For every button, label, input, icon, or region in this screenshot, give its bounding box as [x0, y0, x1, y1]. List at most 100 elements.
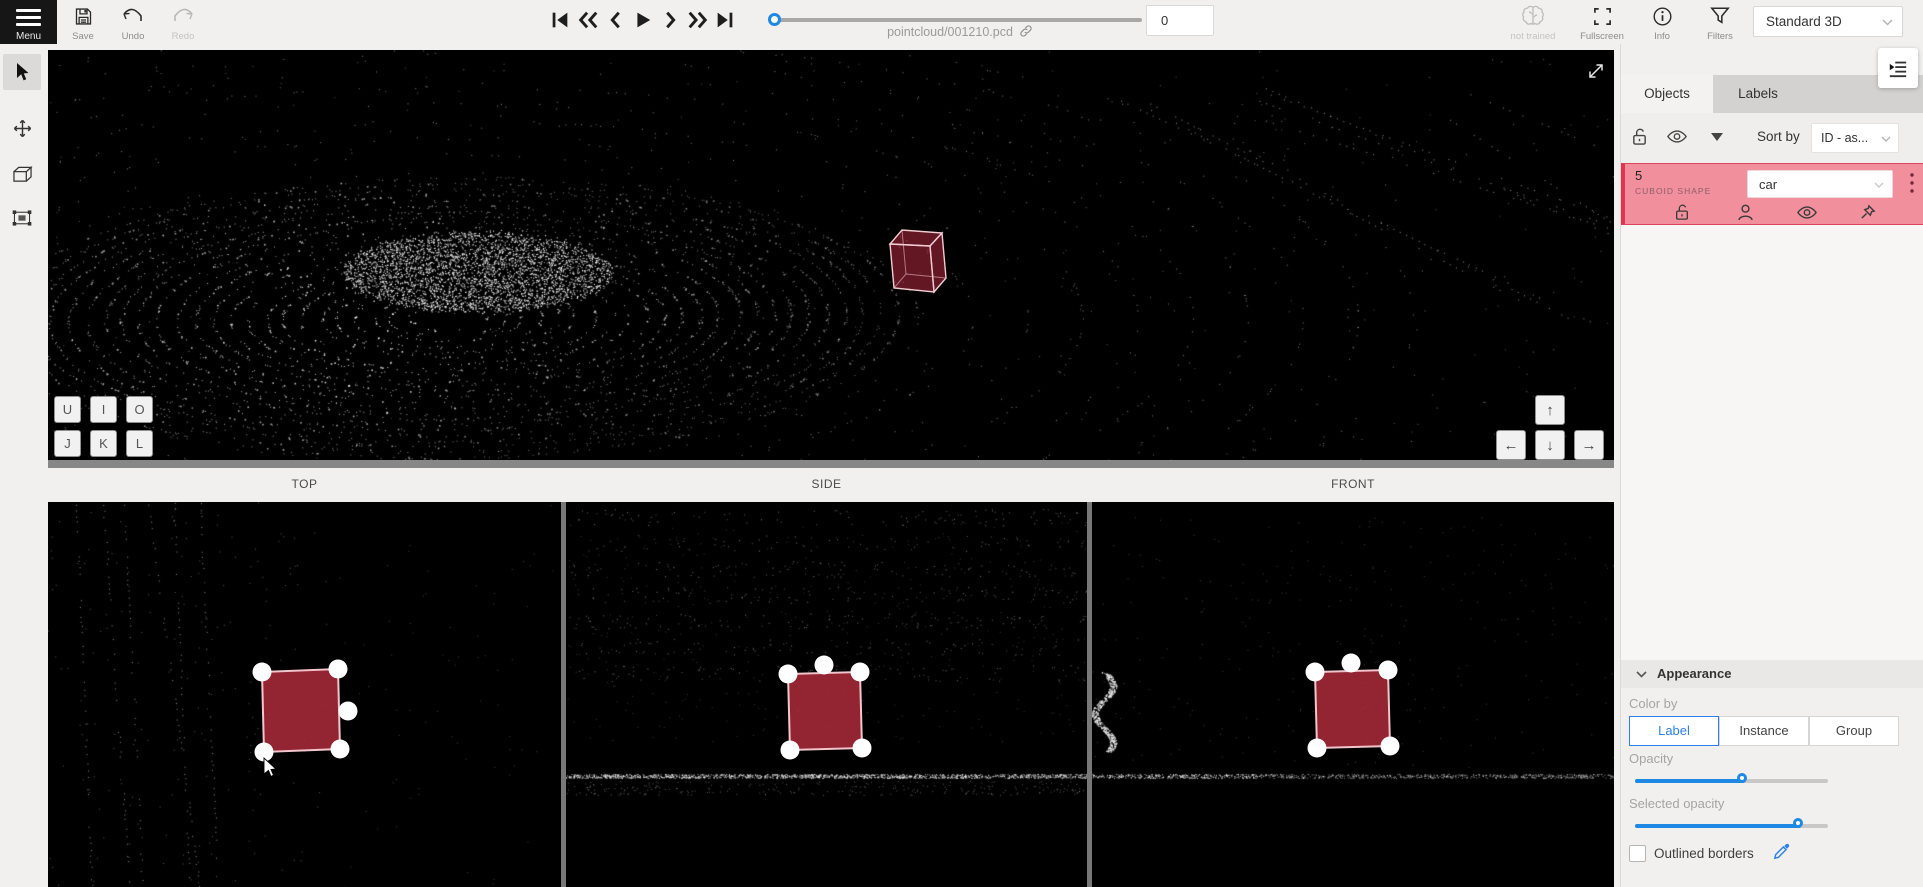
outlined-borders-checkbox[interactable] — [1629, 845, 1646, 862]
outlined-borders-label: Outlined borders — [1654, 846, 1754, 861]
collapse-panel-button[interactable] — [1878, 48, 1918, 88]
top-view-label: TOP — [48, 477, 561, 491]
sort-dropdown[interactable]: ID - as... — [1811, 123, 1899, 153]
selected-opacity-slider-handle[interactable] — [1793, 818, 1803, 828]
redo-button[interactable]: Redo — [155, 2, 211, 42]
key-hint-o[interactable]: O — [126, 396, 153, 423]
appearance-section-header[interactable]: Appearance — [1621, 660, 1923, 688]
opacity-label: Opacity — [1629, 751, 1673, 766]
eye-icon[interactable] — [1667, 129, 1687, 144]
color-by-instance-button[interactable]: Instance — [1719, 716, 1809, 746]
cuboid-tool-icon — [11, 165, 34, 184]
pan-tool-button[interactable] — [3, 110, 41, 146]
pointcloud-3d-canvas[interactable] — [48, 50, 1614, 460]
fast-rewind-button[interactable] — [575, 7, 601, 33]
opacity-slider[interactable] — [1635, 773, 1828, 789]
filters-button[interactable]: Filters — [1692, 2, 1748, 42]
fullscreen-button[interactable]: Fullscreen — [1574, 2, 1630, 42]
tab-labels[interactable]: Labels — [1713, 75, 1803, 113]
opacity-slider-handle[interactable] — [1737, 773, 1747, 783]
menu-button[interactable]: Menu — [0, 0, 57, 44]
undo-button[interactable]: Undo — [105, 2, 161, 42]
chevron-down-icon — [1874, 182, 1884, 188]
chevron-down-icon — [1882, 19, 1893, 26]
color-by-label-button[interactable]: Label — [1629, 716, 1719, 746]
right-panel: Objects Labels Sort by ID - as... 5 CUBO… — [1620, 44, 1923, 887]
object-class-dropdown[interactable]: car — [1747, 170, 1893, 198]
eye-icon — [1797, 205, 1817, 220]
object-shape-type: CUBOID SHAPE — [1635, 186, 1711, 196]
front-view-label: FRONT — [1092, 477, 1614, 491]
filter-icon — [1692, 4, 1748, 28]
object-author-button[interactable] — [1735, 202, 1755, 222]
horizontal-resizer[interactable] — [48, 460, 1614, 468]
menu-label: Menu — [0, 31, 57, 42]
link-icon[interactable] — [1019, 24, 1033, 38]
expand-icon[interactable] — [1586, 61, 1606, 81]
tab-objects[interactable]: Objects — [1621, 75, 1713, 113]
cuboid-tool-button[interactable] — [3, 156, 41, 192]
lock-open-icon — [1674, 203, 1690, 221]
person-icon — [1737, 203, 1754, 221]
object-lock-button[interactable] — [1672, 202, 1692, 222]
triangle-down-icon[interactable] — [1711, 133, 1723, 141]
object-card[interactable]: 5 CUBOID SHAPE car — [1621, 163, 1923, 225]
key-hint-u[interactable]: U — [54, 396, 81, 423]
side-projection-view[interactable] — [566, 502, 1087, 887]
lock-open-icon[interactable] — [1631, 127, 1648, 146]
left-toolbar — [0, 44, 44, 887]
kebab-menu-icon[interactable] — [1909, 172, 1915, 194]
info-icon — [1634, 4, 1690, 28]
side-view-label: SIDE — [566, 477, 1087, 491]
prev-frame-button[interactable] — [603, 7, 629, 33]
object-visibility-button[interactable] — [1797, 202, 1817, 222]
frame-tool-button[interactable] — [3, 200, 41, 236]
select-tool-button[interactable] — [3, 54, 41, 90]
fast-forward-button[interactable] — [684, 7, 710, 33]
chevron-down-icon — [1881, 136, 1891, 142]
brain-icon — [1505, 4, 1561, 28]
pointcloud-3d-view[interactable]: U I O J K L ↑ ← ↓ → — [48, 50, 1614, 460]
key-hint-k[interactable]: K — [90, 430, 117, 457]
fullscreen-icon — [1574, 4, 1630, 28]
next-frame-button[interactable] — [657, 7, 683, 33]
arrow-up-button[interactable]: ↑ — [1535, 395, 1565, 425]
object-pin-button[interactable] — [1857, 202, 1877, 222]
filename-row: pointcloud/001210.pcd — [830, 24, 1090, 39]
top-projection-view[interactable] — [48, 502, 561, 887]
arrow-left-button[interactable]: ← — [1496, 430, 1526, 460]
frame-slider-handle[interactable] — [768, 13, 781, 26]
projection-views — [48, 502, 1614, 887]
key-hint-j[interactable]: J — [54, 430, 81, 457]
objects-controls-row: Sort by ID - as... — [1621, 113, 1923, 163]
selected-opacity-slider[interactable] — [1635, 818, 1828, 834]
skip-first-button[interactable] — [547, 7, 573, 33]
key-hint-l[interactable]: L — [126, 430, 153, 457]
side-view-canvas[interactable] — [566, 502, 1087, 887]
appearance-title: Appearance — [1657, 666, 1731, 681]
skip-last-button[interactable] — [712, 7, 738, 33]
redo-icon — [155, 4, 211, 28]
front-view-canvas[interactable] — [1092, 502, 1614, 887]
front-projection-view[interactable] — [1092, 502, 1614, 887]
view-mode-dropdown[interactable]: Standard 3D — [1753, 6, 1903, 37]
play-button[interactable] — [629, 7, 655, 33]
arrow-right-button[interactable]: → — [1574, 430, 1604, 460]
arrow-down-button[interactable]: ↓ — [1535, 430, 1565, 460]
sort-by-label: Sort by — [1757, 129, 1800, 144]
frame-input[interactable] — [1146, 5, 1214, 36]
color-by-group-button[interactable]: Group — [1809, 716, 1899, 746]
save-button[interactable]: Save — [55, 2, 111, 42]
view-label-band: TOP SIDE FRONT — [48, 468, 1614, 502]
key-hint-i[interactable]: I — [90, 396, 117, 423]
eyedropper-icon[interactable] — [1773, 842, 1791, 860]
not-trained-indicator: not trained — [1505, 2, 1561, 42]
color-by-label: Color by — [1629, 696, 1677, 711]
view-mode-value: Standard 3D — [1766, 14, 1842, 29]
top-view-canvas[interactable] — [48, 502, 561, 887]
frame-slider-track[interactable] — [770, 18, 1142, 22]
info-button[interactable]: Info — [1634, 2, 1690, 42]
cursor-tool-icon — [13, 62, 31, 82]
selected-opacity-label: Selected opacity — [1629, 796, 1724, 811]
collapse-panel-icon — [1888, 58, 1908, 78]
